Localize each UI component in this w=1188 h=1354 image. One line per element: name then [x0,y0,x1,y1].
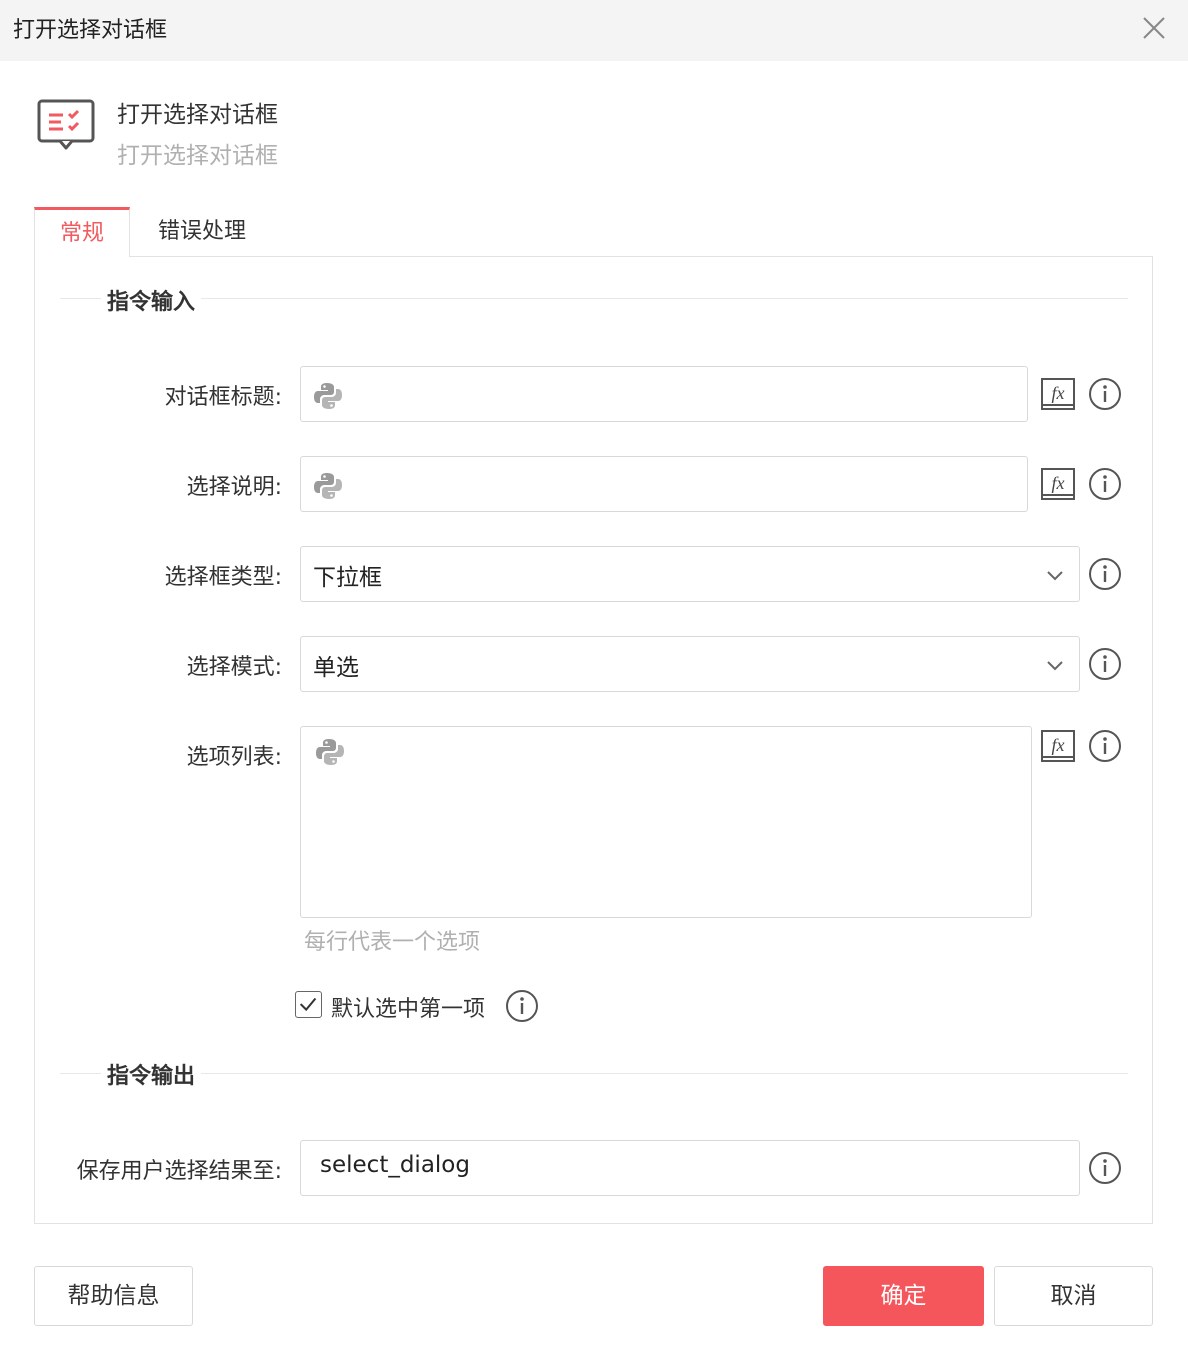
svg-text:fx: fx [1052,383,1065,403]
save-result-label: 保存用户选择结果至: [76,1159,282,1184]
select-type-value: 下拉框 [313,565,382,591]
options-list-hint: 每行代表一个选项 [304,930,481,955]
svg-text:fx: fx [1052,735,1065,755]
fx-icon[interactable]: fx [1040,467,1076,501]
tab-error-handling[interactable]: 错误处理 [140,207,264,257]
python-icon [316,739,344,765]
python-icon [314,383,342,409]
help-button[interactable]: 帮助信息 [34,1266,193,1326]
info-icon[interactable] [1088,729,1122,763]
header-title: 打开选择对话框 [117,102,278,128]
section-divider [60,1073,1128,1074]
chevron-down-icon [1047,661,1063,671]
options-list-label: 选项列表: [186,745,282,770]
dialog-title-input[interactable] [300,366,1028,422]
dialog-icon [37,99,95,150]
options-list-textarea[interactable] [300,726,1032,918]
select-mode-dropdown[interactable]: 单选 [300,636,1080,692]
select-desc-input[interactable] [300,456,1028,512]
info-icon[interactable] [1088,647,1122,681]
info-icon[interactable] [505,989,539,1023]
select-type-dropdown[interactable]: 下拉框 [300,546,1080,602]
svg-text:fx: fx [1052,473,1065,493]
fx-icon[interactable]: fx [1040,729,1076,763]
section-title-input: 指令输入 [101,284,202,316]
info-icon[interactable] [1088,557,1122,591]
title-bar: 打开选择对话框 [0,0,1188,61]
save-result-input[interactable]: select_dialog [300,1140,1080,1196]
close-icon[interactable] [1139,13,1169,43]
chevron-down-icon [1047,571,1063,581]
python-icon [314,473,342,499]
select-type-label: 选择框类型: [164,565,282,590]
info-icon[interactable] [1088,1151,1122,1185]
ok-button[interactable]: 确定 [823,1266,984,1326]
dialog-title-label: 对话框标题: [164,385,282,410]
fx-icon[interactable]: fx [1040,377,1076,411]
section-divider [60,298,1128,299]
window-title: 打开选择对话框 [13,18,168,43]
info-icon[interactable] [1088,467,1122,501]
select-mode-value: 单选 [313,655,359,681]
info-icon[interactable] [1088,377,1122,411]
checkbox-check-icon [299,997,317,1012]
default-first-label: 默认选中第一项 [331,997,486,1022]
save-result-value: select_dialog [320,1152,470,1178]
default-first-checkbox[interactable] [295,991,322,1018]
select-desc-label: 选择说明: [186,475,282,500]
select-mode-label: 选择模式: [186,655,282,680]
cancel-button[interactable]: 取消 [994,1266,1153,1326]
header-subtitle: 打开选择对话框 [117,143,278,169]
section-title-output: 指令输出 [101,1058,202,1090]
tab-general[interactable]: 常规 [34,207,130,257]
